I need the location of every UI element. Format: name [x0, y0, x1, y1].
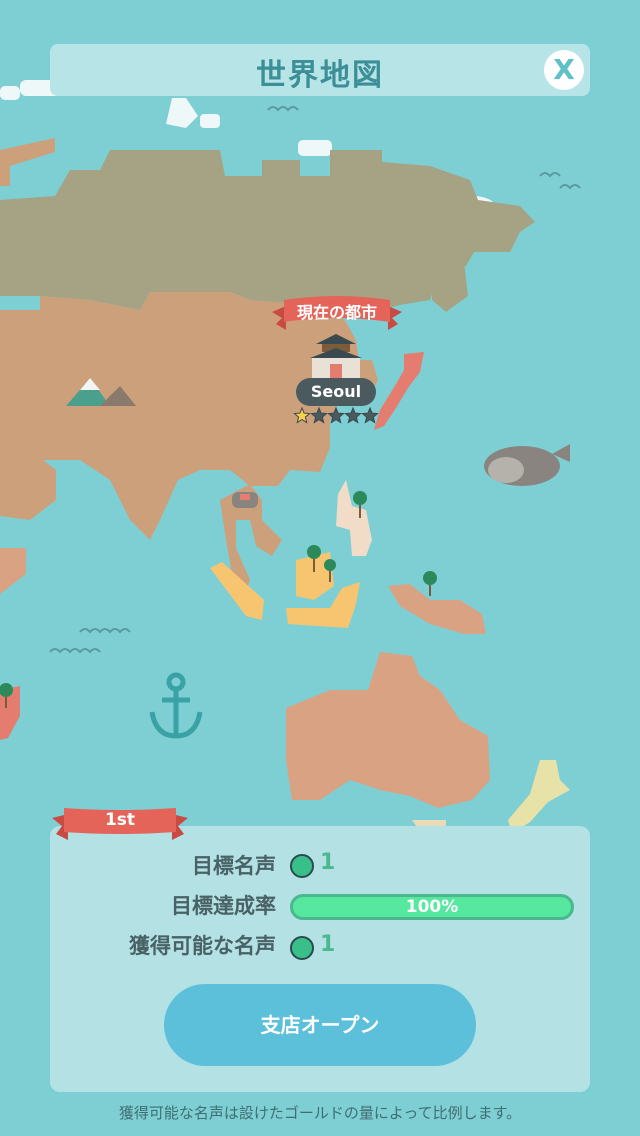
whale-icon	[484, 444, 570, 486]
fame-crown-icon	[290, 936, 314, 960]
land-arabia	[0, 548, 26, 594]
land-philippines	[336, 480, 372, 556]
obtainable-fame-label: 獲得可能な名声	[129, 934, 276, 958]
city-name-label[interactable]: Seoul	[296, 378, 376, 406]
achievement-progress-bar: 100%	[290, 894, 574, 920]
target-fame-label: 目標名声	[192, 854, 276, 878]
close-button[interactable]: X	[544, 50, 584, 90]
palm-tree-icon	[0, 491, 437, 708]
obtainable-fame-value: 1	[320, 932, 336, 957]
city-rating	[293, 406, 379, 424]
achievement-percent-text: 100%	[405, 897, 459, 917]
star-empty-icon	[310, 406, 328, 424]
fame-crown-icon	[290, 854, 314, 878]
open-branch-button[interactable]: 支店オープン	[164, 984, 476, 1066]
land-arctic	[0, 138, 55, 186]
land-new-guinea	[388, 584, 486, 634]
current-city-banner: 現在の都市	[272, 296, 402, 330]
page-title: 世界地図	[256, 58, 384, 93]
star-empty-icon	[361, 406, 379, 424]
rank-label: 1st	[104, 810, 136, 830]
target-fame-value: 1	[320, 850, 336, 875]
land-sakhalin	[432, 262, 468, 312]
elephant-icon	[232, 492, 258, 508]
current-city-label: 現在の都市	[296, 303, 377, 322]
star-empty-icon	[344, 406, 362, 424]
anchor-icon	[149, 672, 203, 739]
land-new-zealand	[508, 760, 570, 834]
achievement-label: 目標達成率	[171, 894, 276, 918]
land-australia	[286, 652, 490, 808]
title-bar: 世界地図 X	[50, 44, 590, 96]
footnote-text: 獲得可能な名声は設けたゴールドの量によって比例します。	[118, 1104, 522, 1122]
rank-ribbon: 1st	[52, 806, 188, 846]
star-filled-icon	[293, 406, 311, 424]
star-empty-icon	[327, 406, 345, 424]
